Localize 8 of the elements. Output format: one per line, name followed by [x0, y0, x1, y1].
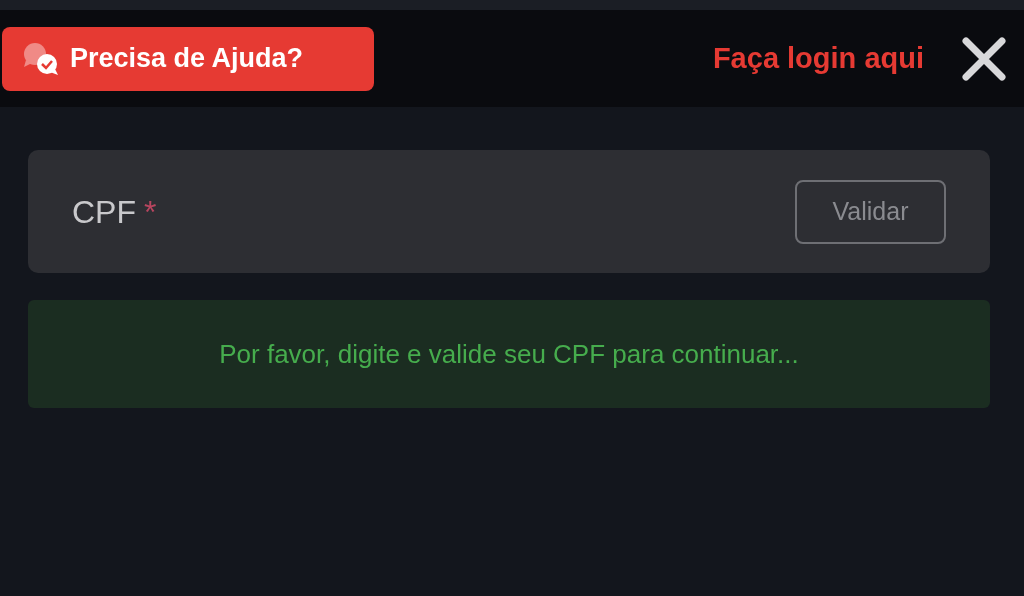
chat-bubbles-icon: [22, 41, 60, 76]
login-link[interactable]: Faça login aqui: [712, 36, 924, 81]
validate-button[interactable]: Validar: [795, 179, 946, 244]
alert-message: Por favor, digite e valide seu CPF para continuar...: [219, 337, 799, 371]
close-icon[interactable]: [962, 36, 1006, 81]
help-button[interactable]: Precisa de Ajuda?: [2, 26, 374, 91]
cpf-field[interactable]: CPF * Validar: [28, 150, 990, 273]
field-label: CPF *: [72, 192, 157, 232]
